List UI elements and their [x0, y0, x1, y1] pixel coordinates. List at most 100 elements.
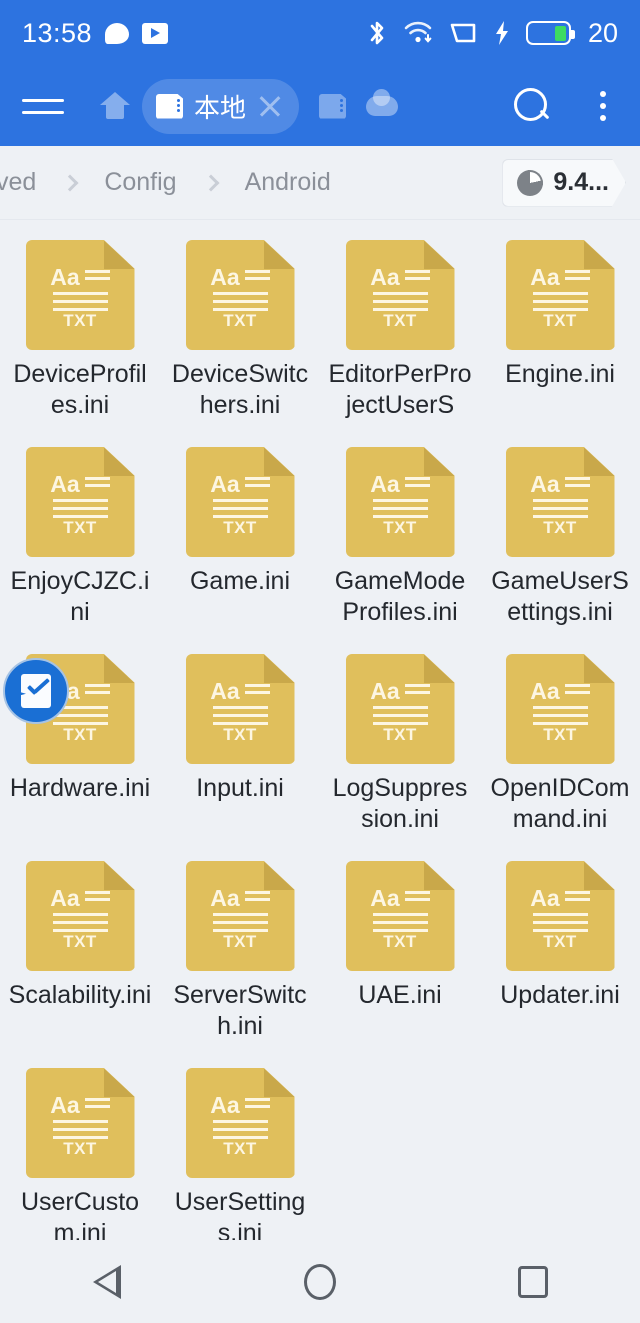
file-type-label: TXT: [383, 311, 417, 330]
txt-file-icon: Aa TXT: [345, 447, 455, 557]
file-name-label: Scalability.ini: [8, 981, 152, 1009]
page-fold-corner: [263, 1068, 295, 1097]
breadcrumb-item[interactable]: ved: [0, 168, 46, 197]
file-name-label: EnjoyCJZC.ini: [10, 567, 150, 626]
page-fold-corner: [103, 1068, 135, 1097]
file-item[interactable]: Aa TXT Updater.ini: [480, 853, 640, 1052]
file-type-label: TXT: [543, 725, 577, 744]
sd-card-icon-secondary[interactable]: [319, 93, 347, 119]
battery-fill: [555, 25, 567, 41]
file-item[interactable]: Aa TXT UAE.ini: [320, 853, 480, 1052]
page-fold-corner: [583, 447, 615, 476]
file-grid: Aa TXT DeviceProfiles.ini Aa TXT DeviceSwitch…: [0, 220, 640, 1259]
file-item[interactable]: AaTXTHardware.ini: [0, 646, 160, 845]
txt-file-icon: Aa TXT: [25, 240, 135, 350]
file-glyph: Aa: [186, 885, 295, 932]
page-fold-corner: [263, 447, 295, 476]
txt-file-icon: Aa TXT: [25, 447, 135, 557]
file-name-label: LogSuppression.ini: [332, 774, 468, 833]
app-toolbar: 本地: [0, 66, 640, 146]
checkmark-icon: [26, 683, 50, 696]
file-item[interactable]: Aa TXT GameUserSettings.ini: [480, 439, 640, 638]
file-type-label: TXT: [63, 311, 97, 330]
file-name-label: DeviceProfiles.ini: [13, 360, 147, 419]
file-item[interactable]: Aa TXT EnjoyCJZC.ini: [0, 439, 160, 638]
close-x-icon[interactable]: [257, 93, 283, 119]
glyph-sample-text: Aa: [210, 885, 240, 911]
file-type-label: TXT: [543, 932, 577, 951]
file-type-label: TXT: [223, 311, 257, 330]
file-item[interactable]: Aa TXT DeviceSwitchers.ini: [160, 232, 320, 431]
page-fold-corner: [103, 447, 135, 476]
home-circle-icon[interactable]: [270, 1252, 370, 1312]
file-type-label: TXT: [223, 932, 257, 951]
file-name-label: Input.ini: [196, 774, 284, 802]
status-bar-clock: 13:58: [22, 17, 93, 48]
file-item[interactable]: Aa TXT Scalability.ini: [0, 853, 160, 1052]
file-type-label: TXT: [63, 725, 97, 744]
txt-file-icon: Aa TXT: [505, 447, 615, 557]
glyph-sample-text: Aa: [210, 1092, 240, 1118]
recents-square-icon[interactable]: [483, 1252, 583, 1312]
page-fold-corner: [263, 861, 295, 890]
file-name-label: GameUserSettings.ini: [491, 567, 629, 626]
search-icon[interactable]: [512, 86, 552, 126]
file-type-label: TXT: [383, 725, 417, 744]
page-fold-corner: [583, 240, 615, 269]
kebab-menu-icon[interactable]: [588, 91, 618, 121]
breadcrumb-item[interactable]: Android: [235, 168, 341, 197]
hamburger-menu-icon[interactable]: [22, 98, 64, 114]
file-glyph: Aa: [346, 266, 455, 311]
txt-file-icon: Aa TXT: [185, 654, 295, 764]
file-item[interactable]: Aa TXT EditorPerProjectUserS: [320, 232, 480, 431]
charging-bolt-icon: [495, 21, 508, 45]
page-fold-corner: [423, 240, 455, 269]
glyph-sample-text: Aa: [530, 885, 560, 911]
file-type-label: TXT: [63, 1139, 97, 1158]
file-item[interactable]: Aa TXT ServerSwitch.ini: [160, 853, 320, 1052]
selected-check-badge[interactable]: [3, 658, 69, 724]
file-name-label: ServerSwitch.ini: [173, 981, 307, 1040]
txt-file-icon: Aa TXT: [345, 240, 455, 350]
file-type-label: TXT: [383, 518, 417, 537]
sim-signal-icon: [450, 23, 476, 43]
file-item[interactable]: Aa TXT GameModeProfiles.ini: [320, 439, 480, 638]
file-name-label: DeviceSwitchers.ini: [171, 360, 309, 419]
file-glyph: Aa: [506, 680, 615, 725]
file-glyph: Aa: [506, 473, 615, 518]
file-type-label: TXT: [223, 1139, 257, 1158]
file-item[interactable]: Aa TXT OpenIDCommand.ini: [480, 646, 640, 845]
glyph-sample-text: Aa: [50, 264, 80, 290]
file-glyph: Aa: [506, 885, 615, 932]
status-bar-right: 20: [366, 18, 618, 49]
tab-local-storage[interactable]: 本地: [142, 78, 300, 134]
battery-icon: [525, 21, 575, 45]
file-item[interactable]: Aa TXT Game.ini: [160, 439, 320, 638]
file-name-label: GameModeProfiles.ini: [334, 567, 466, 626]
file-item[interactable]: Aa TXT LogSuppression.ini: [320, 646, 480, 845]
txt-file-icon: Aa TXT: [505, 240, 615, 350]
page-fold-corner: [423, 447, 455, 476]
page-fold-corner: [103, 240, 135, 269]
file-item[interactable]: Aa TXT UserSettings.ini: [160, 1060, 320, 1259]
file-item[interactable]: Aa TXT Engine.ini: [480, 232, 640, 431]
breadcrumb-item[interactable]: Config: [94, 168, 186, 197]
glyph-sample-text: Aa: [370, 678, 400, 704]
file-type-label: TXT: [383, 932, 417, 951]
cloud-icon[interactable]: [366, 89, 399, 116]
storage-info-chip[interactable]: 9.4...: [502, 159, 626, 207]
file-name-label: Hardware.ini: [9, 774, 151, 802]
storage-label: 9.4...: [553, 168, 609, 196]
txt-file-icon: Aa TXT: [185, 447, 295, 557]
file-item[interactable]: Aa TXT Input.ini: [160, 646, 320, 845]
file-glyph: Aa: [186, 680, 295, 725]
file-glyph: Aa: [26, 887, 135, 932]
tab-strip: 本地: [100, 78, 512, 134]
back-triangle-icon[interactable]: [57, 1252, 157, 1312]
file-item[interactable]: Aa TXT UserCustom.ini: [0, 1060, 160, 1259]
home-icon[interactable]: [100, 92, 130, 120]
glyph-sample-text: Aa: [50, 471, 80, 497]
file-item[interactable]: Aa TXT DeviceProfiles.ini: [0, 232, 160, 431]
file-type-label: TXT: [63, 518, 97, 537]
chat-bubble-icon: [105, 22, 130, 44]
